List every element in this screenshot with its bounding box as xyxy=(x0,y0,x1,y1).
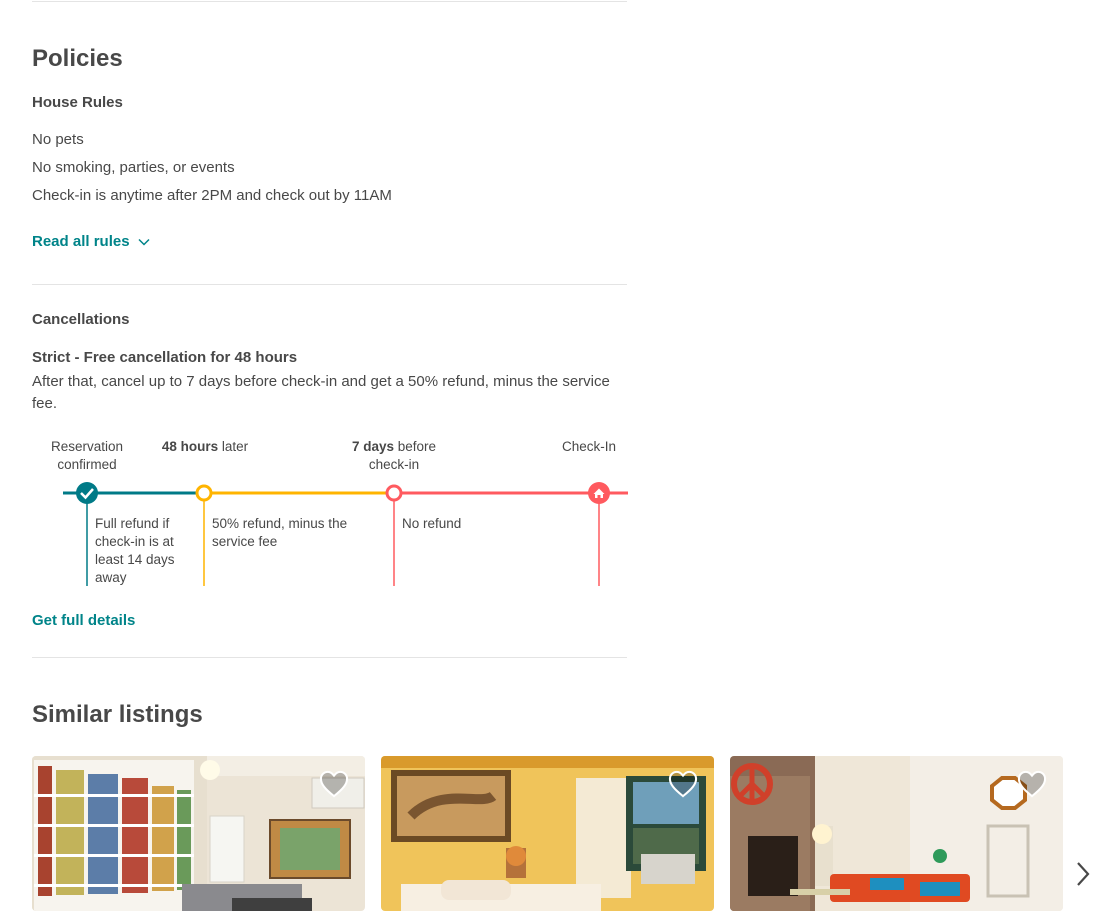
cancellation-description: After that, cancel up to 7 days before c… xyxy=(32,373,610,412)
cancellation-policy-title: Strict - Free cancellation for 48 hours xyxy=(32,349,298,366)
section-divider xyxy=(32,284,627,285)
heart-icon[interactable] xyxy=(1017,770,1047,798)
read-all-rules-link[interactable]: Read all rules xyxy=(32,233,150,250)
timeline-dot-7-days xyxy=(385,484,403,502)
heart-icon[interactable] xyxy=(319,770,349,798)
policies-title: Policies xyxy=(32,45,123,72)
timeline-segment-full-refund: Full refund if check-in is at least 14 d… xyxy=(95,516,175,585)
listing-photo xyxy=(381,756,714,911)
timeline-label-7-days: 7 days before check-in xyxy=(344,438,444,474)
section-divider xyxy=(32,657,627,658)
timeline-label-48-hours-bold: 48 hours xyxy=(161,439,219,454)
heart-icon[interactable] xyxy=(668,770,698,798)
timeline-label-48-hours-rest: later xyxy=(218,439,249,454)
timeline-segment-half-refund: 50% refund, minus the service fee xyxy=(212,516,348,549)
get-full-details-link[interactable]: Get full details xyxy=(32,612,135,629)
read-all-rules-label: Read all rules xyxy=(32,233,130,250)
listing-photo xyxy=(730,756,1063,911)
house-rule-item: Check-in is anytime after 2PM and check … xyxy=(32,187,392,204)
timeline-dot-48-hours xyxy=(195,484,213,502)
top-divider xyxy=(32,1,627,2)
similar-listings-title: Similar listings xyxy=(32,701,203,728)
chevron-right-icon[interactable] xyxy=(1074,860,1092,888)
check-icon xyxy=(76,482,98,504)
listing-photo xyxy=(32,756,365,911)
timeline-label-7-days-bold: 7 days xyxy=(351,439,394,454)
timeline-label-check-in: Check-In xyxy=(562,439,617,454)
timeline-label-reservation: Reservation confirmed xyxy=(50,439,124,472)
listing-card[interactable] xyxy=(381,756,714,911)
listing-card[interactable] xyxy=(730,756,1063,911)
listing-card[interactable] xyxy=(32,756,365,911)
timeline-label-48-hours: 48 hours later xyxy=(150,438,260,456)
chevron-down-icon xyxy=(138,239,150,246)
house-rule-item: No smoking, parties, or events xyxy=(32,159,235,176)
house-rule-item: No pets xyxy=(32,131,84,148)
house-rules-heading: House Rules xyxy=(32,94,123,111)
home-icon xyxy=(588,482,610,504)
cancellations-heading: Cancellations xyxy=(32,311,130,328)
timeline-segment-no-refund: No refund xyxy=(402,516,462,531)
